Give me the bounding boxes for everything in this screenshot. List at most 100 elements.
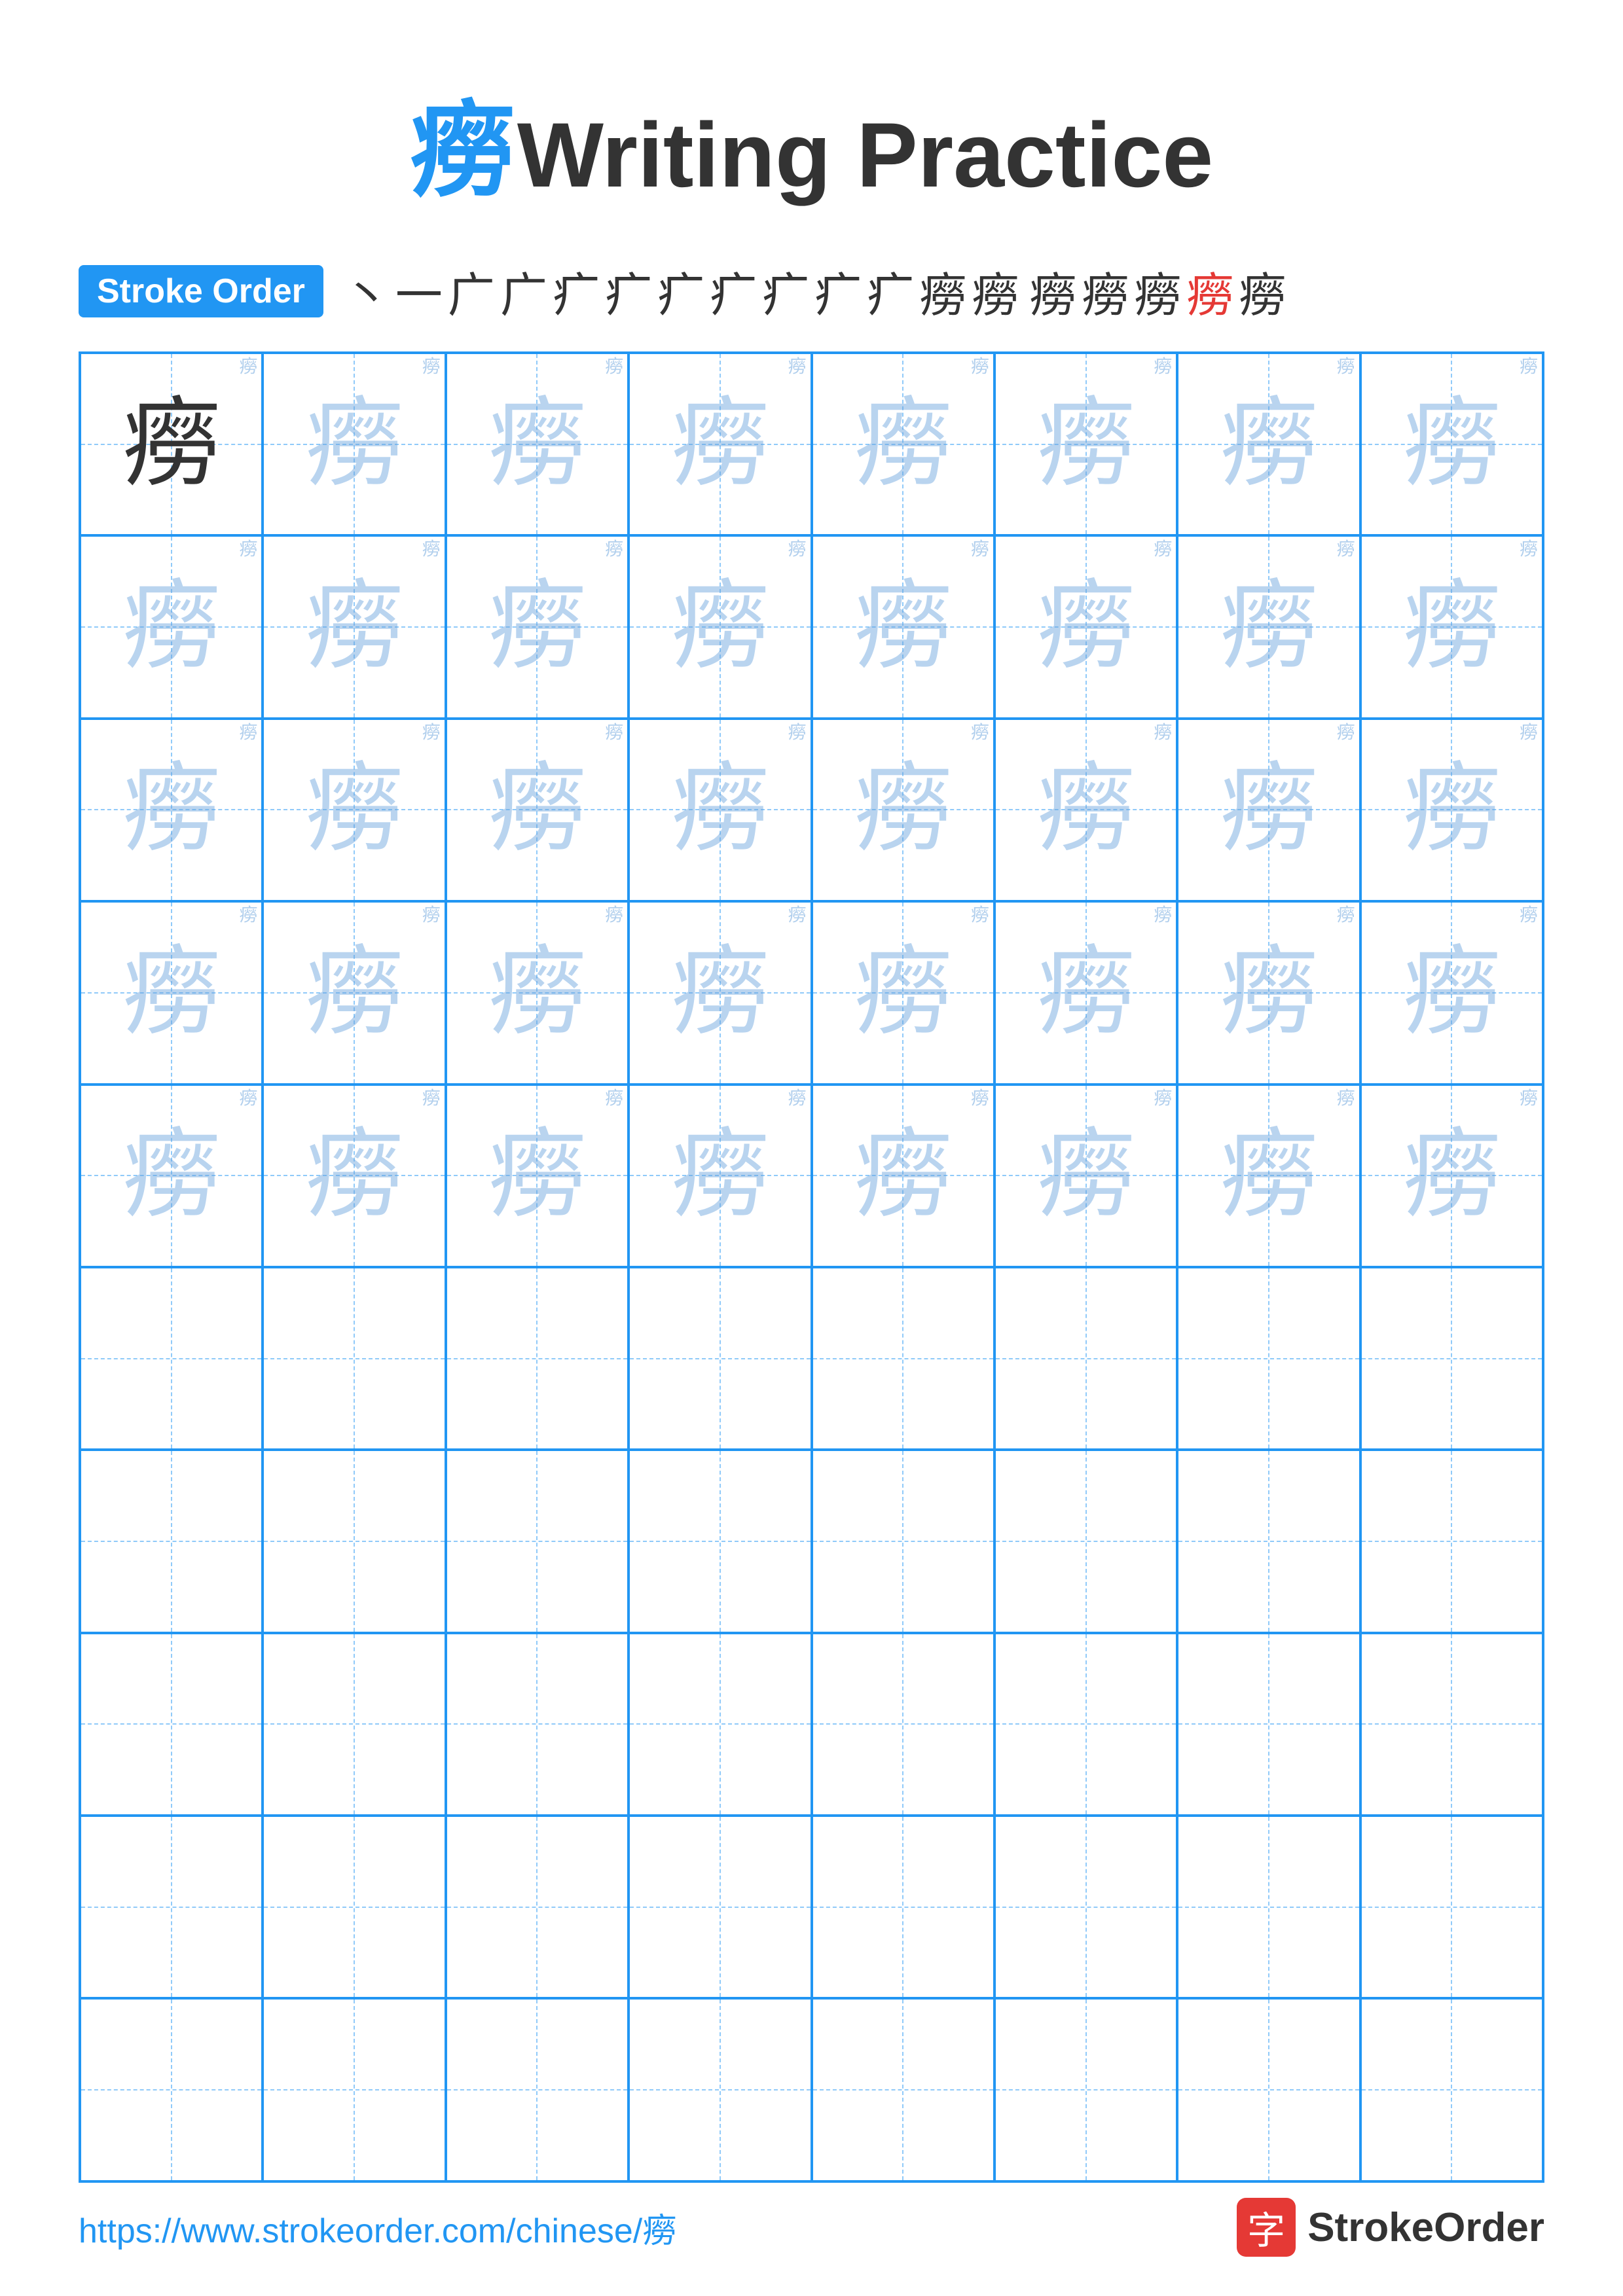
grid-cell-4-3[interactable]: 癆 癆 [446, 901, 629, 1084]
grid-cell-8-2[interactable] [263, 1633, 445, 1816]
grid-cell-7-2[interactable] [263, 1450, 445, 1632]
grid-row-7 [80, 1450, 1543, 1632]
grid-cell-7-1[interactable] [80, 1450, 263, 1632]
grid-row-2: 癆 癆 癆 癆 癆 癆 癆 癆 癆 癆 癆 癆 [80, 535, 1543, 718]
grid-cell-10-5[interactable] [812, 1998, 994, 2181]
footer-url[interactable]: https://www.strokeorder.com/chinese/癆 [79, 2203, 676, 2252]
grid-cell-9-1[interactable] [80, 1816, 263, 1998]
grid-cell-9-5[interactable] [812, 1816, 994, 1998]
grid-cell-10-2[interactable] [263, 1998, 445, 2181]
grid-cell-3-7[interactable]: 癆 癆 [1177, 719, 1360, 901]
grid-cell-3-8[interactable]: 癆 癆 [1360, 719, 1543, 901]
grid-row-5: 癆 癆 癆 癆 癆 癆 癆 癆 癆 癆 癆 癆 [80, 1085, 1543, 1267]
grid-cell-4-2[interactable]: 癆 癆 [263, 901, 445, 1084]
grid-cell-6-5[interactable] [812, 1267, 994, 1450]
grid-cell-7-4[interactable] [629, 1450, 811, 1632]
grid-cell-8-7[interactable] [1177, 1633, 1360, 1816]
title-char: 癆 [410, 93, 515, 209]
grid-cell-3-3[interactable]: 癆 癆 [446, 719, 629, 901]
grid-cell-3-5[interactable]: 癆 癆 [812, 719, 994, 901]
stroke-11: 疒 [867, 257, 914, 325]
grid-cell-1-2[interactable]: 癆 癆 [263, 353, 445, 535]
grid-cell-2-3[interactable]: 癆 癆 [446, 535, 629, 718]
grid-cell-5-2[interactable]: 癆 癆 [263, 1085, 445, 1267]
grid-row-4: 癆 癆 癆 癆 癆 癆 癆 癆 癆 癆 癆 癆 [80, 901, 1543, 1084]
grid-cell-1-6[interactable]: 癆 癆 [994, 353, 1177, 535]
grid-cell-5-7[interactable]: 癆 癆 [1177, 1085, 1360, 1267]
grid-cell-2-4[interactable]: 癆 癆 [629, 535, 811, 718]
grid-cell-6-7[interactable] [1177, 1267, 1360, 1450]
grid-cell-2-7[interactable]: 癆 癆 [1177, 535, 1360, 718]
grid-row-3: 癆 癆 癆 癆 癆 癆 癆 癆 癆 癆 癆 癆 [80, 719, 1543, 901]
strokeorder-logo-icon: 字 [1237, 2198, 1296, 2257]
grid-cell-8-4[interactable] [629, 1633, 811, 1816]
title-section: 癆 Writing Practice [410, 65, 1213, 217]
stroke-order-section: Stroke Order 丶 一 广 广 疒 疒 疒 疒 疒 疒 疒 癆 癆 癆… [79, 257, 1544, 325]
grid-cell-6-6[interactable] [994, 1267, 1177, 1450]
stroke-13: 癆 [972, 257, 1019, 325]
grid-cell-3-6[interactable]: 癆 癆 [994, 719, 1177, 901]
grid-cell-4-1[interactable]: 癆 癆 [80, 901, 263, 1084]
grid-cell-5-8[interactable]: 癆 癆 [1360, 1085, 1543, 1267]
grid-cell-4-8[interactable]: 癆 癆 [1360, 901, 1543, 1084]
grid-cell-5-4[interactable]: 癆 癆 [629, 1085, 811, 1267]
footer: https://www.strokeorder.com/chinese/癆 字 … [79, 2198, 1544, 2257]
grid-cell-3-4[interactable]: 癆 癆 [629, 719, 811, 901]
grid-cell-1-4[interactable]: 癆 癆 [629, 353, 811, 535]
grid-cell-6-8[interactable] [1360, 1267, 1543, 1450]
grid-cell-2-6[interactable]: 癆 癆 [994, 535, 1177, 718]
grid-cell-9-7[interactable] [1177, 1816, 1360, 1998]
stroke-18: 癆 [1239, 257, 1286, 325]
grid-cell-3-2[interactable]: 癆 癆 [263, 719, 445, 901]
grid-cell-1-1[interactable]: 癆 癆 [80, 353, 263, 535]
grid-cell-3-1[interactable]: 癆 癆 [80, 719, 263, 901]
grid-cell-10-3[interactable] [446, 1998, 629, 2181]
grid-cell-7-3[interactable] [446, 1450, 629, 1632]
grid-cell-7-6[interactable] [994, 1450, 1177, 1632]
grid-cell-7-8[interactable] [1360, 1450, 1543, 1632]
grid-cell-1-8[interactable]: 癆 癆 [1360, 353, 1543, 535]
grid-cell-8-8[interactable] [1360, 1633, 1543, 1816]
stroke-4: 广 [500, 257, 547, 325]
grid-cell-9-2[interactable] [263, 1816, 445, 1998]
grid-row-6 [80, 1267, 1543, 1450]
grid-cell-6-2[interactable] [263, 1267, 445, 1450]
grid-cell-8-5[interactable] [812, 1633, 994, 1816]
grid-cell-2-8[interactable]: 癆 癆 [1360, 535, 1543, 718]
page: 癆 Writing Practice Stroke Order 丶 一 广 广 … [0, 0, 1623, 2296]
grid-cell-10-4[interactable] [629, 1998, 811, 2181]
grid-cell-7-7[interactable] [1177, 1450, 1360, 1632]
grid-cell-7-5[interactable] [812, 1450, 994, 1632]
grid-cell-6-4[interactable] [629, 1267, 811, 1450]
grid-cell-1-5[interactable]: 癆 癆 [812, 353, 994, 535]
grid-cell-10-1[interactable] [80, 1998, 263, 2181]
grid-cell-10-6[interactable] [994, 1998, 1177, 2181]
grid-cell-1-3[interactable]: 癆 癆 [446, 353, 629, 535]
grid-cell-4-7[interactable]: 癆 癆 [1177, 901, 1360, 1084]
grid-cell-10-8[interactable] [1360, 1998, 1543, 2181]
grid-cell-5-6[interactable]: 癆 癆 [994, 1085, 1177, 1267]
grid-cell-10-7[interactable] [1177, 1998, 1360, 2181]
grid-cell-6-3[interactable] [446, 1267, 629, 1450]
grid-cell-4-6[interactable]: 癆 癆 [994, 901, 1177, 1084]
grid-cell-1-7[interactable]: 癆 癆 [1177, 353, 1360, 535]
grid-cell-9-8[interactable] [1360, 1816, 1543, 1998]
grid-cell-2-1[interactable]: 癆 癆 [80, 535, 263, 718]
grid-cell-4-4[interactable]: 癆 癆 [629, 901, 811, 1084]
grid-row-9 [80, 1816, 1543, 1998]
grid-cell-9-3[interactable] [446, 1816, 629, 1998]
grid-cell-5-3[interactable]: 癆 癆 [446, 1085, 629, 1267]
grid-cell-4-5[interactable]: 癆 癆 [812, 901, 994, 1084]
grid-cell-8-6[interactable] [994, 1633, 1177, 1816]
grid-cell-8-1[interactable] [80, 1633, 263, 1816]
grid-cell-8-3[interactable] [446, 1633, 629, 1816]
stroke-2: 一 [395, 257, 443, 325]
grid-cell-2-2[interactable]: 癆 癆 [263, 535, 445, 718]
grid-cell-5-5[interactable]: 癆 癆 [812, 1085, 994, 1267]
grid-cell-5-1[interactable]: 癆 癆 [80, 1085, 263, 1267]
grid-cell-9-4[interactable] [629, 1816, 811, 1998]
practice-grid: 癆 癆 癆 癆 癆 癆 癆 癆 癆 癆 癆 癆 [79, 351, 1544, 2183]
grid-cell-2-5[interactable]: 癆 癆 [812, 535, 994, 718]
grid-cell-6-1[interactable] [80, 1267, 263, 1450]
grid-cell-9-6[interactable] [994, 1816, 1177, 1998]
